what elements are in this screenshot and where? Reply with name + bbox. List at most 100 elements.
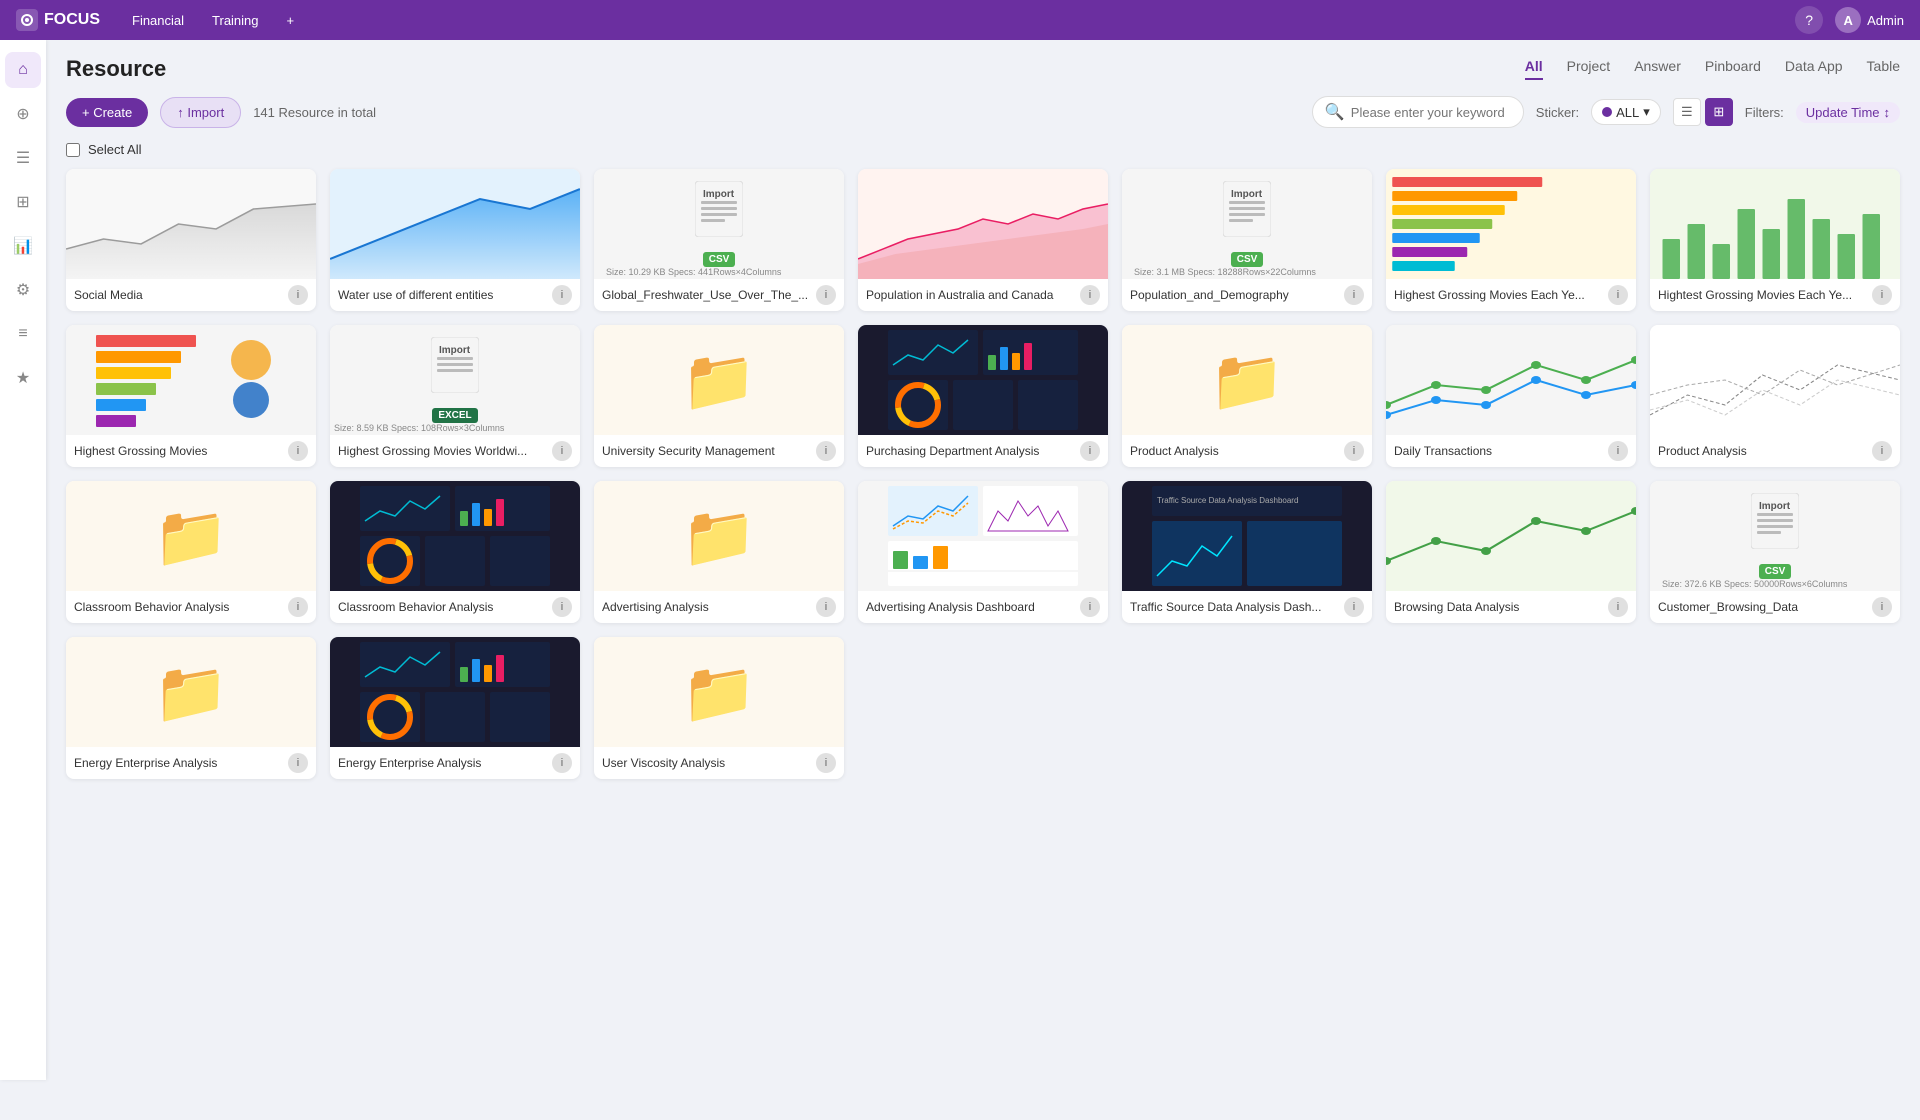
card-customer-browsing[interactable]: Import CSV Size: 372.6 KB Specs: 50000Ro… [1650, 481, 1900, 623]
card-highest-grossing-worldwide[interactable]: Import EXCEL Size: 8.59 KB Specs: 108Row… [330, 325, 580, 467]
card-highest-grossing-ye[interactable]: Hightest Grossing Movies Each Ye...i [1650, 169, 1900, 311]
resource-count: 141 Resource in total [253, 105, 1300, 120]
tab-all[interactable]: All [1525, 58, 1543, 80]
card-user-viscosity[interactable]: 📁User Viscosity Analysisi [594, 637, 844, 779]
sticker-chevron: ▾ [1643, 104, 1650, 120]
tab-project[interactable]: Project [1567, 58, 1611, 80]
search-input[interactable] [1351, 105, 1511, 120]
card-info-button[interactable]: i [1344, 597, 1364, 617]
card-daily-transactions[interactable]: Daily Transactionsi [1386, 325, 1636, 467]
card-highest-grossing-movies[interactable]: Highest Grossing Moviesi [66, 325, 316, 467]
card-info-button[interactable]: i [288, 441, 308, 461]
card-name: Advertising Analysis [602, 600, 816, 614]
card-footer: Traffic Source Data Analysis Dash...i [1122, 591, 1372, 623]
sidebar-star[interactable]: ★ [5, 360, 41, 396]
sidebar-chart[interactable]: 📊 [5, 228, 41, 264]
card-university-security[interactable]: 📁University Security Managementi [594, 325, 844, 467]
card-footer: Classroom Behavior Analysisi [330, 591, 580, 623]
card-purchasing-dept[interactable]: Purchasing Department Analysisi [858, 325, 1108, 467]
card-info-button[interactable]: i [552, 285, 572, 305]
sticker-value: ALL [1616, 105, 1639, 120]
svg-text:Import: Import [1231, 189, 1263, 200]
card-population-demography[interactable]: Import CSV Size: 3.1 MB Specs: 18288Rows… [1122, 169, 1372, 311]
svg-text:Import: Import [439, 345, 471, 356]
nav-financial[interactable]: Financial [120, 9, 196, 32]
card-info-button[interactable]: i [1080, 441, 1100, 461]
card-info-button[interactable]: i [552, 597, 572, 617]
card-energy-enterprise-1[interactable]: 📁Energy Enterprise Analysisi [66, 637, 316, 779]
user-badge[interactable]: A Admin [1835, 7, 1904, 33]
card-info-button[interactable]: i [1872, 441, 1892, 461]
card-info-button[interactable]: i [1080, 597, 1100, 617]
sticker-dot [1602, 107, 1612, 117]
sidebar-search[interactable]: ⊕ [5, 96, 41, 132]
card-name: Energy Enterprise Analysis [74, 756, 288, 770]
card-info-button[interactable]: i [288, 753, 308, 773]
sidebar-list[interactable]: ≡ [5, 316, 41, 352]
tab-answer[interactable]: Answer [1634, 58, 1681, 80]
card-info-button[interactable]: i [288, 285, 308, 305]
card-info-button[interactable]: i [552, 441, 572, 461]
card-water-use[interactable]: Water use of different entitiesi [330, 169, 580, 311]
card-info-button[interactable]: i [1608, 597, 1628, 617]
tab-pinboard[interactable]: Pinboard [1705, 58, 1761, 80]
page-title: Resource [66, 56, 166, 82]
card-footer: User Viscosity Analysisi [594, 747, 844, 779]
card-info-button[interactable]: i [1872, 285, 1892, 305]
card-name: University Security Management [602, 444, 816, 458]
card-footer: Advertising Analysisi [594, 591, 844, 623]
card-energy-enterprise-2[interactable]: Energy Enterprise Analysisi [330, 637, 580, 779]
card-info-button[interactable]: i [288, 597, 308, 617]
cards-grid: Social Mediai Water use of different ent… [66, 169, 1900, 779]
card-browsing-data[interactable]: Browsing Data Analysisi [1386, 481, 1636, 623]
card-classroom-behavior-2[interactable]: Classroom Behavior Analysisi [330, 481, 580, 623]
card-traffic-source[interactable]: Traffic Source Data Analysis Dashboard T… [1122, 481, 1372, 623]
nav-training[interactable]: Training [200, 9, 270, 32]
tab-data-app[interactable]: Data App [1785, 58, 1843, 80]
card-footer: Advertising Analysis Dashboardi [858, 591, 1108, 623]
create-button[interactable]: + Create [66, 98, 148, 127]
card-footer: Global_Freshwater_Use_Over_The_...i [594, 279, 844, 311]
select-all-label[interactable]: Select All [88, 142, 141, 157]
card-info-button[interactable]: i [816, 441, 836, 461]
view-list-btn[interactable]: ☰ [1673, 98, 1701, 126]
sidebar-menu[interactable]: ☰ [5, 140, 41, 176]
sidebar-settings[interactable]: ⚙ [5, 272, 41, 308]
card-product-analysis-2[interactable]: Product Analysisi [1650, 325, 1900, 467]
card-footer: Hightest Grossing Movies Each Ye...i [1650, 279, 1900, 311]
card-name: Classroom Behavior Analysis [74, 600, 288, 614]
card-info-button[interactable]: i [1872, 597, 1892, 617]
help-icon[interactable]: ? [1795, 6, 1823, 34]
card-info-button[interactable]: i [1344, 441, 1364, 461]
card-population-australia[interactable]: Population in Australia and Canadai [858, 169, 1108, 311]
card-advertising-dashboard[interactable]: Advertising Analysis Dashboardi [858, 481, 1108, 623]
card-advertising-analysis[interactable]: 📁Advertising Analysisi [594, 481, 844, 623]
filter-update-time[interactable]: Update Time ↕ [1796, 102, 1900, 123]
card-info-button[interactable]: i [1608, 441, 1628, 461]
sidebar-home[interactable]: ⌂ [5, 52, 41, 88]
card-footer: Highest Grossing Movies Worldwi...i [330, 435, 580, 467]
card-info-button[interactable]: i [816, 597, 836, 617]
card-info-button[interactable]: i [1608, 285, 1628, 305]
select-all-checkbox[interactable] [66, 143, 80, 157]
import-button[interactable]: ↑ Import [160, 97, 241, 128]
tab-table[interactable]: Table [1867, 58, 1900, 80]
card-info-button[interactable]: i [816, 285, 836, 305]
card-product-analysis-1[interactable]: 📁Product Analysisi [1122, 325, 1372, 467]
card-classroom-behavior-1[interactable]: 📁Classroom Behavior Analysisi [66, 481, 316, 623]
card-name: Customer_Browsing_Data [1658, 600, 1872, 614]
card-global-freshwater[interactable]: Import CSV Size: 10.29 KB Specs: 441Rows… [594, 169, 844, 311]
sidebar-grid[interactable]: ⊞ [5, 184, 41, 220]
card-info-button[interactable]: i [552, 753, 572, 773]
search-box[interactable]: 🔍 [1312, 96, 1524, 128]
card-info-button[interactable]: i [816, 753, 836, 773]
nav-add-tab[interactable]: + [275, 9, 307, 32]
sticker-select[interactable]: ALL ▾ [1591, 99, 1661, 125]
topbar-nav: Financial Training + [120, 9, 1775, 32]
card-info-button[interactable]: i [1080, 285, 1100, 305]
card-footer: Population_and_Demographyi [1122, 279, 1372, 311]
view-grid-btn[interactable]: ⊞ [1705, 98, 1733, 126]
card-highest-grossing-bar[interactable]: Highest Grossing Movies Each Ye...i [1386, 169, 1636, 311]
card-info-button[interactable]: i [1344, 285, 1364, 305]
card-social-media[interactable]: Social Mediai [66, 169, 316, 311]
